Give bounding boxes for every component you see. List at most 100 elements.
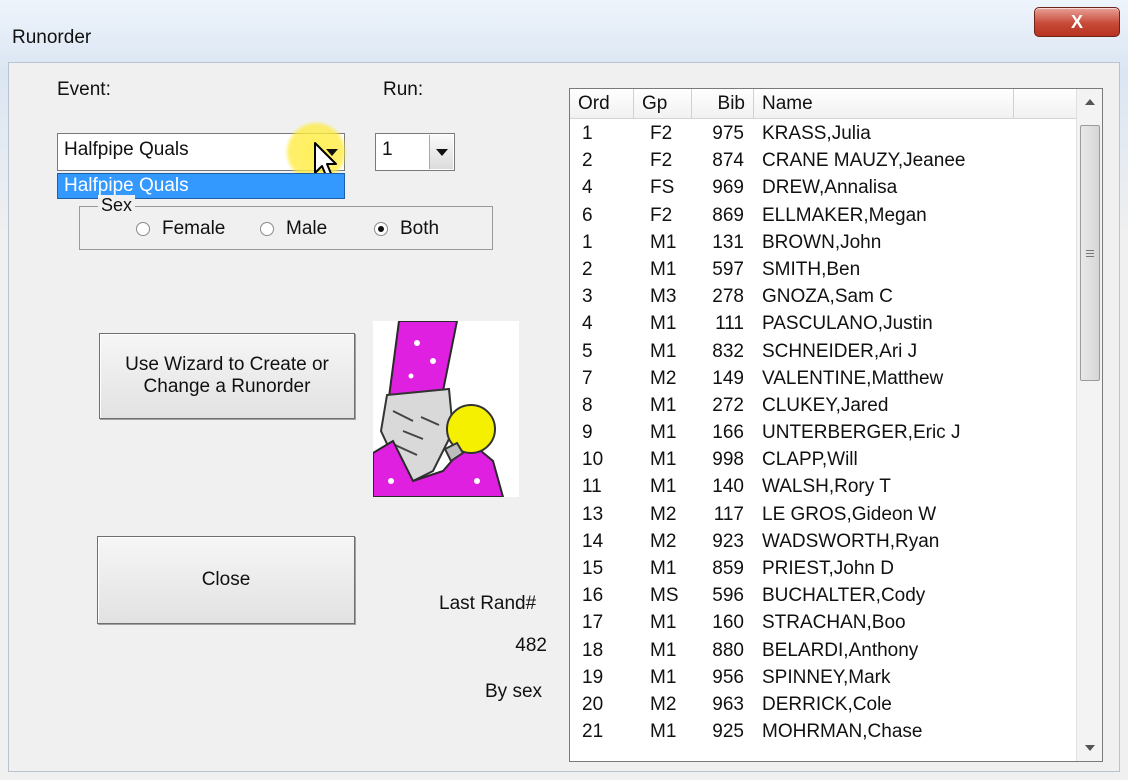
cell-bib: 140 <box>712 476 744 498</box>
cell-gp: M2 <box>650 530 677 552</box>
cell-gp: M1 <box>650 612 677 634</box>
cell-bib: 969 <box>712 177 744 199</box>
cell-name: MOHRMAN,Chase <box>762 721 923 743</box>
cell-gp: M1 <box>650 721 677 743</box>
list-item[interactable]: 13 M2 117 LE GROS,Gideon W <box>570 501 1076 528</box>
cell-name: CLAPP,Will <box>762 449 858 471</box>
event-label: Event: <box>57 79 111 100</box>
cell-ord: 1 <box>582 123 593 144</box>
cell-gp: M1 <box>650 231 677 253</box>
cell-bib: 597 <box>712 258 744 280</box>
scroll-up-button[interactable] <box>1077 89 1102 115</box>
run-combobox[interactable]: 1 <box>375 133 455 171</box>
cell-bib: 923 <box>712 530 744 552</box>
list-item[interactable]: 17 M1 160 STRACHAN,Boo <box>570 609 1076 636</box>
window-close-button[interactable]: X <box>1034 7 1120 37</box>
list-item[interactable]: 14 M2 923 WADSWORTH,Ryan <box>570 528 1076 555</box>
cell-bib: 869 <box>712 204 744 226</box>
column-header-bib[interactable]: Bib <box>692 89 754 119</box>
column-header-gp[interactable]: Gp <box>634 89 692 119</box>
grip-line <box>1086 256 1094 257</box>
cell-bib: 149 <box>712 367 744 389</box>
cell-name: SPINNEY,Mark <box>762 666 891 688</box>
cell-gp: M1 <box>650 422 677 444</box>
column-header-ord[interactable]: Ord <box>570 89 634 119</box>
list-item[interactable]: 6 F2 869 ELLMAKER,Megan <box>570 202 1076 229</box>
wizard-button-line1: Use Wizard to Create or <box>125 354 329 375</box>
sex-radio-female[interactable]: Female <box>136 218 225 240</box>
list-item[interactable]: 1 F2 975 KRASS,Julia <box>570 120 1076 147</box>
cell-gp: FS <box>650 177 675 199</box>
cell-ord: 1 <box>582 231 593 253</box>
scroll-down-button[interactable] <box>1077 735 1102 761</box>
cell-name: PRIEST,John D <box>762 558 894 579</box>
cell-ord: 2 <box>582 150 593 172</box>
list-item[interactable]: 15 M1 859 PRIEST,John D <box>570 555 1076 582</box>
list-item[interactable]: 18 M1 880 BELARDI,Anthony <box>570 637 1076 664</box>
list-item[interactable]: 2 F2 874 CRANE MAUZY,Jeanee <box>570 147 1076 174</box>
arrow-up-icon <box>1085 99 1095 105</box>
run-label: Run: <box>383 79 424 100</box>
list-item[interactable]: 5 M1 832 SCHNEIDER,Ari J <box>570 338 1076 365</box>
runorder-list[interactable]: Ord Gp Bib Name 1 F2 975 KRASS,Julia 2 F2 874 C… <box>569 88 1103 762</box>
list-item[interactable]: 2 M1 597 SMITH,Ben <box>570 256 1076 283</box>
grip-line <box>1086 250 1094 251</box>
radio-unchecked-icon <box>260 222 274 236</box>
list-item[interactable]: 9 M1 166 UNTERBERGER,Eric J <box>570 419 1076 446</box>
cell-ord: 2 <box>582 258 593 280</box>
arrow-down-icon <box>1085 745 1095 751</box>
list-item[interactable]: 11 M1 140 WALSH,Rory T <box>570 473 1076 500</box>
scroll-thumb[interactable] <box>1080 125 1100 381</box>
sex-radio-both[interactable]: Both <box>374 218 439 240</box>
cell-ord: 8 <box>582 394 593 416</box>
list-item[interactable]: 20 M2 963 DERRICK,Cole <box>570 691 1076 718</box>
cell-ord: 3 <box>582 286 593 308</box>
list-scrollbar[interactable] <box>1076 89 1102 761</box>
list-item[interactable]: 7 M2 149 VALENTINE,Matthew <box>570 365 1076 392</box>
radio-unchecked-icon <box>136 222 150 236</box>
list-item[interactable]: 1 M1 131 BROWN,John <box>570 229 1076 256</box>
sex-radio-male[interactable]: Male <box>260 218 327 240</box>
list-item[interactable]: 4 M1 111 PASCULANO,Justin <box>570 310 1076 337</box>
runorder-window: Runorder X Event: Halfpipe Quals Run: 1 … <box>0 0 1128 780</box>
list-item[interactable]: 3 M3 278 GNOZA,Sam C <box>570 283 1076 310</box>
last-rand-value: 482 <box>515 635 547 656</box>
window-title: Runorder <box>12 27 92 48</box>
column-header-name[interactable]: Name <box>754 89 1014 119</box>
cell-name: SMITH,Ben <box>762 258 861 280</box>
cell-ord: 9 <box>582 422 593 444</box>
list-item[interactable]: 21 M1 925 MOHRMAN,Chase <box>570 718 1076 745</box>
cell-bib: 278 <box>712 286 744 308</box>
cell-gp: M1 <box>650 558 677 579</box>
list-item[interactable]: 19 M1 956 SPINNEY,Mark <box>570 664 1076 691</box>
list-item[interactable]: 4 FS 969 DREW,Annalisa <box>570 174 1076 201</box>
list-item[interactable]: 16 MS 596 BUCHALTER,Cody <box>570 582 1076 609</box>
cell-name: ELLMAKER,Megan <box>762 204 927 226</box>
use-wizard-button[interactable]: Use Wizard to Create or Change a Runorde… <box>99 333 355 419</box>
cell-bib: 963 <box>712 693 744 715</box>
run-dropdown-arrow[interactable] <box>429 135 453 169</box>
cell-bib: 166 <box>712 422 744 444</box>
title-bar[interactable]: Runorder X <box>0 0 1128 62</box>
cell-ord: 15 <box>582 558 604 579</box>
cell-ord: 4 <box>582 313 593 335</box>
list-item[interactable]: 10 M1 998 CLAPP,Will <box>570 446 1076 473</box>
close-button[interactable]: Close <box>97 536 355 624</box>
cell-name: GNOZA,Sam C <box>762 286 893 308</box>
cell-gp: M1 <box>650 340 677 362</box>
cell-gp: M2 <box>650 693 677 715</box>
cell-bib: 859 <box>712 558 744 579</box>
cell-name: LE GROS,Gideon W <box>762 503 937 525</box>
cell-ord: 6 <box>582 204 593 226</box>
cell-name: CLUKEY,Jared <box>762 394 889 416</box>
run-selected-value: 1 <box>382 139 393 160</box>
sex-groupbox: Sex Female Male Both <box>79 195 493 250</box>
cell-ord: 5 <box>582 340 593 362</box>
list-item[interactable]: 8 M1 272 CLUKEY,Jared <box>570 392 1076 419</box>
cell-ord: 11 <box>582 476 602 498</box>
cell-ord: 19 <box>582 666 604 688</box>
cell-name: BELARDI,Anthony <box>762 639 919 661</box>
cell-ord: 7 <box>582 367 593 389</box>
cell-bib: 596 <box>712 585 744 607</box>
cell-ord: 16 <box>582 585 604 607</box>
